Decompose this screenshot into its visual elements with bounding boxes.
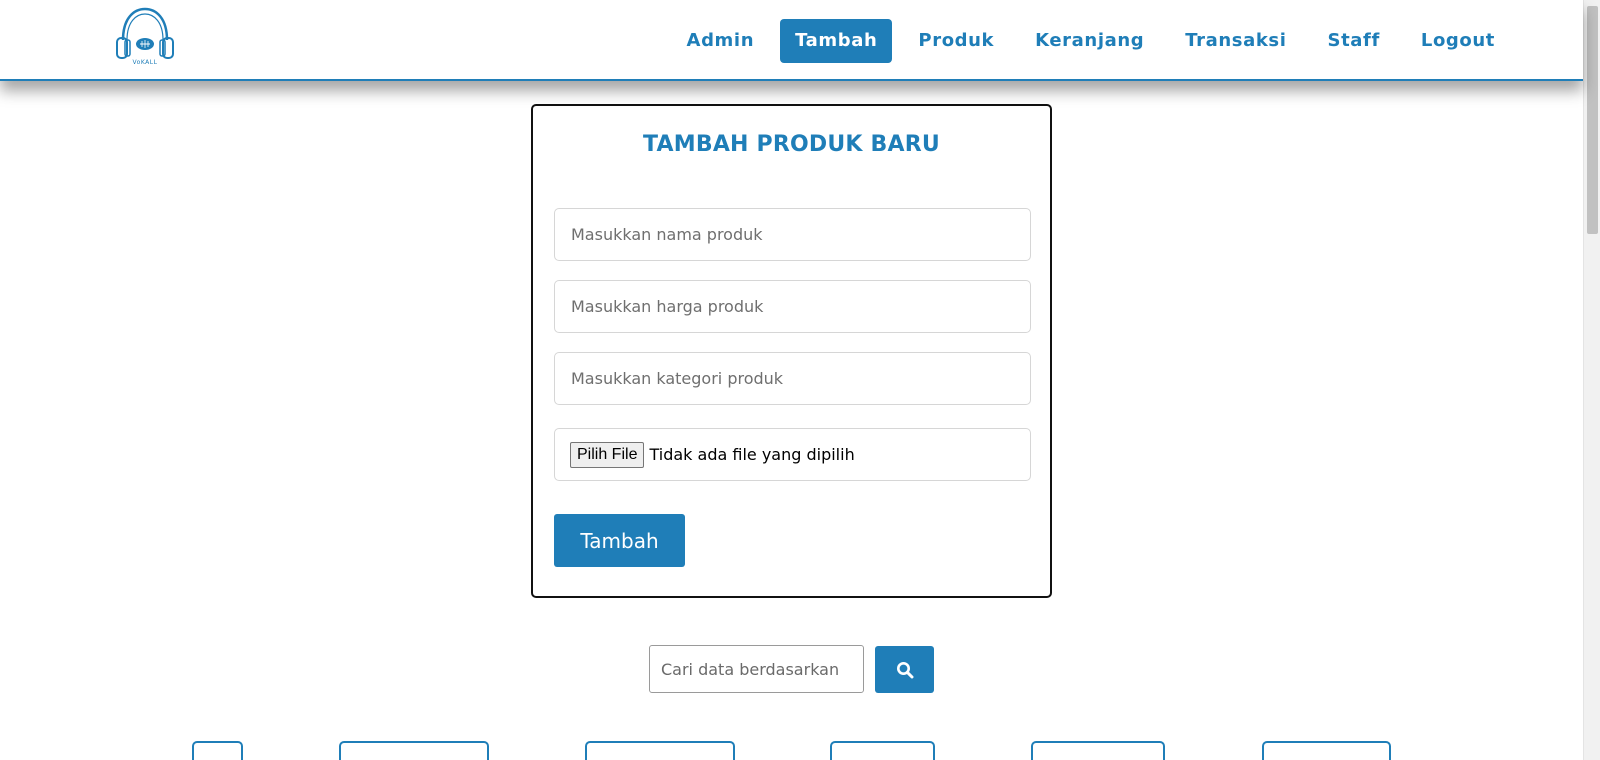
file-status-text: Tidak ada file yang dipilih [649,445,855,464]
table-header-cell [830,741,935,760]
search-input[interactable] [649,645,864,693]
table-header-cell [339,741,489,760]
table-header-cell [1031,741,1165,760]
table-header-cell [1262,741,1391,760]
add-product-button[interactable]: Tambah [554,514,685,567]
main-nav: Admin Tambah Produk Keranjang Transaksi … [661,19,1510,63]
form-title: TAMBAH PRODUK BARU [643,132,940,157]
search-icon [896,661,913,678]
search-button[interactable] [875,646,934,693]
nav-produk[interactable]: Produk [903,19,1009,63]
scrollbar-thumb[interactable] [1587,6,1598,234]
add-product-form: TAMBAH PRODUK BARU Pilih File Tidak ada … [531,104,1052,598]
headphones-icon [116,7,174,59]
logo-text: VoKALL [132,59,158,66]
nav-admin[interactable]: Admin [672,19,770,63]
choose-file-button[interactable]: Pilih File [570,441,645,468]
logo[interactable]: VoKALL [114,6,176,70]
product-name-input[interactable] [554,208,1031,261]
top-navbar: VoKALL Admin Tambah Produk Keranjang Tra… [0,0,1583,81]
table-header-cell [192,741,243,760]
product-category-input[interactable] [554,352,1031,405]
nav-staff[interactable]: Staff [1313,19,1395,63]
table-header-cell [585,741,735,760]
nav-logout[interactable]: Logout [1406,19,1510,63]
vertical-scrollbar[interactable] [1583,0,1600,760]
nav-tambah[interactable]: Tambah [780,19,893,63]
product-image-upload: Pilih File Tidak ada file yang dipilih [554,428,1031,481]
product-price-input[interactable] [554,280,1031,333]
nav-transaksi[interactable]: Transaksi [1170,19,1301,63]
nav-keranjang[interactable]: Keranjang [1020,19,1159,63]
